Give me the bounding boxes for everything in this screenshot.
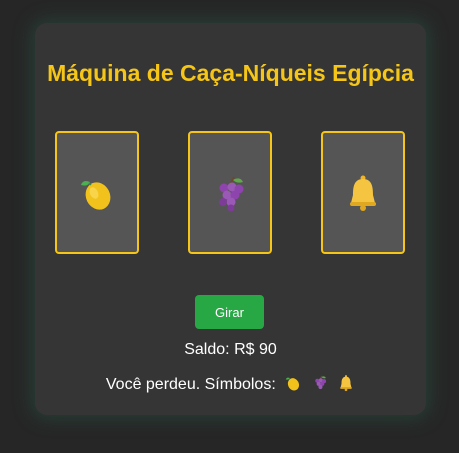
slot-machine-panel: Máquina de Caça-Níqueis Egípcia Girar Sa… bbox=[35, 23, 426, 415]
reel-1 bbox=[55, 131, 139, 254]
spin-button[interactable]: Girar bbox=[195, 295, 264, 329]
lemon-icon bbox=[81, 180, 111, 210]
result-message: Você perdeu. Símbolos: bbox=[35, 374, 426, 394]
game-title: Máquina de Caça-Níqueis Egípcia bbox=[47, 60, 414, 86]
lemon-icon bbox=[286, 377, 300, 391]
balance-value: R$ 90 bbox=[234, 341, 277, 358]
bell-icon bbox=[340, 375, 352, 392]
reel-2 bbox=[188, 131, 272, 254]
balance-display: Saldo: R$ 90 bbox=[35, 341, 426, 359]
grapes-icon bbox=[219, 176, 244, 211]
balance-label: Saldo: bbox=[184, 341, 230, 358]
grapes-icon bbox=[314, 375, 326, 390]
bell-icon bbox=[350, 175, 376, 211]
result-text: Você perdeu. Símbolos: bbox=[105, 376, 276, 393]
reel-3 bbox=[321, 131, 405, 254]
